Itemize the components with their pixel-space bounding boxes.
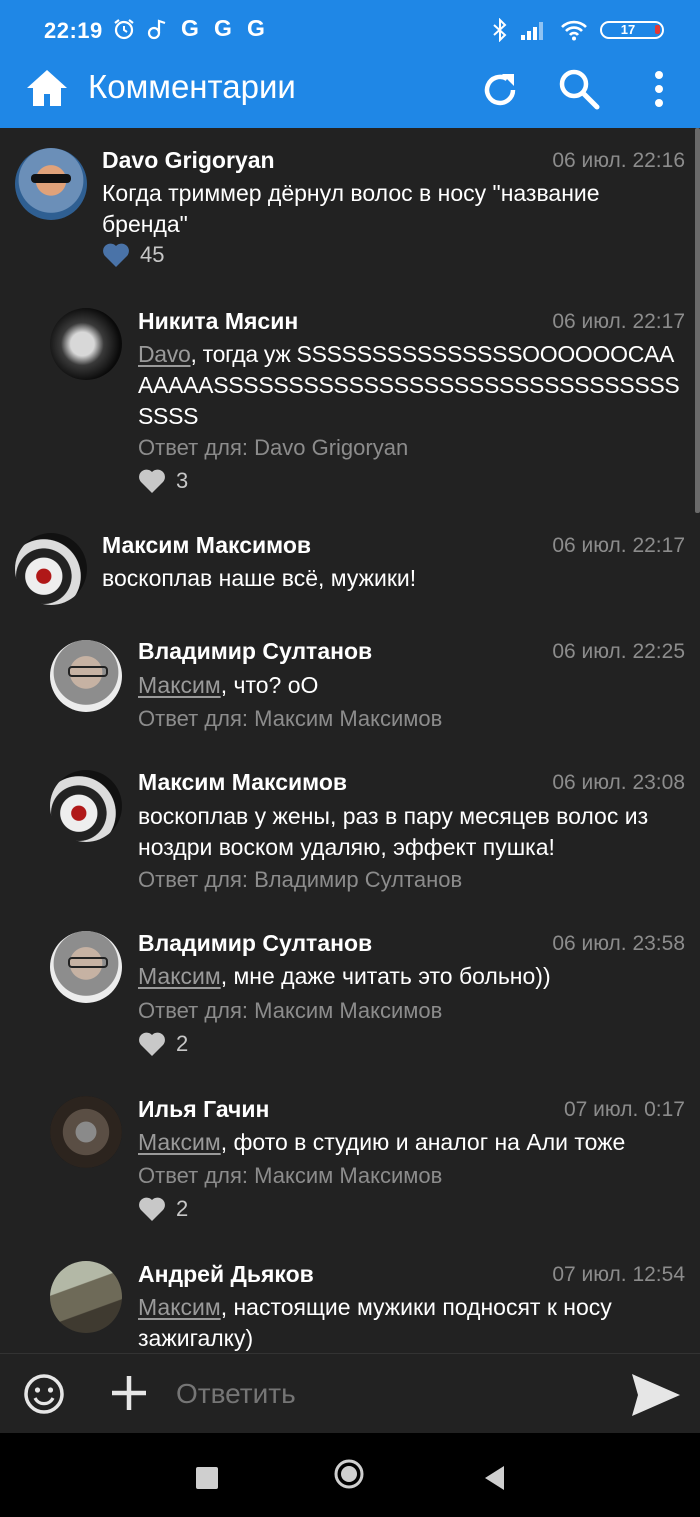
reply-input[interactable] <box>176 1376 596 1412</box>
comment-date: 06 июл. 22:25 <box>552 640 685 663</box>
comment-text: Когда триммер дёрнул волос в носу "назва… <box>102 178 688 240</box>
recent-apps-icon[interactable] <box>196 1467 218 1489</box>
reply-to-label[interactable]: Ответ для: Davo Grigoryan <box>138 435 408 461</box>
back-icon[interactable] <box>484 1465 506 1491</box>
comment-text: Максим, мне даже читать это больно)) <box>138 961 688 992</box>
comment-author[interactable]: Владимир Султанов <box>138 638 372 665</box>
comment-body: , тогда уж SSSSSSSSSSSSSSSOOOOOOCAAAAAAA… <box>138 341 680 429</box>
reply-to-label[interactable]: Ответ для: Максим Максимов <box>138 706 442 732</box>
like-button[interactable]: 45 <box>102 242 164 268</box>
like-count: 2 <box>176 1196 189 1221</box>
avatar[interactable] <box>50 1261 122 1333</box>
comment-text: Davo, тогда уж SSSSSSSSSSSSSSSOOOOOOCAAA… <box>138 339 688 432</box>
alarm-icon <box>114 18 134 39</box>
reply-to-label[interactable]: Ответ для: Владимир Султанов <box>138 867 462 893</box>
system-navigation-bar <box>0 1433 700 1517</box>
status-notification-icons: G G G <box>112 15 268 42</box>
comment-author[interactable]: Илья Гачин <box>138 1096 269 1123</box>
comments-list[interactable]: Davo Grigoryan 06 июл. 22:16 Когда тримм… <box>0 128 700 1353</box>
heart-icon <box>139 1197 165 1221</box>
comment-body: воскоплав у жены, раз в пару месяцев вол… <box>138 803 649 860</box>
comment-text: Максим, что? оО <box>138 670 688 701</box>
comment-date: 07 июл. 12:54 <box>552 1263 685 1286</box>
avatar[interactable] <box>15 148 87 220</box>
comment-body: , фото в студию и аналог на Али тоже <box>220 1129 626 1155</box>
avatar[interactable] <box>50 640 122 712</box>
like-button[interactable]: 2 <box>138 1196 188 1222</box>
status-bar: 22:19 G G G 17 <box>0 0 700 50</box>
comment-author[interactable]: Davo Grigoryan <box>102 147 275 174</box>
music-icon <box>147 18 166 39</box>
comment-text: воскоплав наше всё, мужики! <box>102 563 688 594</box>
heart-icon <box>139 1032 165 1056</box>
comment-date: 07 июл. 0:17 <box>563 1098 685 1121</box>
comment-body: Когда триммер дёрнул волос в носу "назва… <box>102 180 600 237</box>
signal-icon <box>521 22 543 40</box>
comment-body: воскоплав наше всё, мужики! <box>102 565 417 591</box>
comment-date: 06 июл. 23:08 <box>552 771 685 794</box>
reply-input-bar <box>0 1353 700 1434</box>
comment-author[interactable]: Максим Максимов <box>138 769 347 796</box>
status-time: 22:19 <box>44 18 103 43</box>
home-nav-icon[interactable] <box>333 1458 365 1490</box>
heart-icon <box>139 469 165 493</box>
attach-plus-icon[interactable] <box>109 1373 149 1413</box>
comment-author[interactable]: Никита Мясин <box>138 308 298 335</box>
reply-to-label[interactable]: Ответ для: Максим Максимов <box>138 1163 442 1189</box>
mention-link[interactable]: Davo <box>138 341 191 367</box>
like-count: 45 <box>140 242 165 267</box>
app-bar: Комментарии <box>0 50 700 128</box>
avatar[interactable] <box>50 931 122 1003</box>
home-icon[interactable] <box>26 68 68 108</box>
refresh-icon[interactable] <box>480 70 520 110</box>
mention-link[interactable]: Максим <box>138 963 221 989</box>
comment-date: 06 июл. 22:17 <box>552 310 685 333</box>
send-icon[interactable] <box>630 1372 682 1418</box>
like-count: 2 <box>176 1031 189 1056</box>
g-icon: G <box>247 15 265 41</box>
avatar[interactable] <box>50 770 122 842</box>
battery-icon: 17 <box>600 21 664 39</box>
comment-body: , мне даже читать это больно)) <box>220 963 551 989</box>
comment-text: Максим, настоящие мужики подносят к носу… <box>138 1292 688 1353</box>
comment-author[interactable]: Максим Максимов <box>102 532 311 559</box>
emoji-icon[interactable] <box>22 1372 66 1416</box>
comment-text: воскоплав у жены, раз в пару месяцев вол… <box>138 801 688 863</box>
comment-date: 06 июл. 23:58 <box>552 932 685 955</box>
avatar[interactable] <box>50 308 122 380</box>
g-icon: G <box>214 15 232 41</box>
comment-date: 06 июл. 22:17 <box>552 534 685 557</box>
mention-link[interactable]: Максим <box>138 1129 221 1155</box>
more-options-icon[interactable] <box>644 68 674 110</box>
scrollbar[interactable] <box>695 128 700 513</box>
status-system-icons: 17 <box>492 18 664 42</box>
page-title: Комментарии <box>88 68 296 105</box>
comment-text: Максим, фото в студию и аналог на Али то… <box>138 1127 688 1158</box>
search-icon[interactable] <box>558 68 600 110</box>
heart-icon <box>103 243 129 267</box>
comment-author[interactable]: Андрей Дьяков <box>138 1261 314 1288</box>
reply-to-label[interactable]: Ответ для: Максим Максимов <box>138 998 442 1024</box>
like-count: 3 <box>176 468 189 493</box>
wifi-icon <box>561 20 587 41</box>
mention-link[interactable]: Максим <box>138 1294 221 1320</box>
like-button[interactable]: 3 <box>138 468 188 494</box>
g-icon: G <box>181 15 199 41</box>
bluetooth-icon <box>493 18 507 42</box>
avatar[interactable] <box>15 533 87 605</box>
like-button[interactable]: 2 <box>138 1031 188 1057</box>
comment-body: , что? оО <box>220 672 319 698</box>
comment-author[interactable]: Владимир Султанов <box>138 930 372 957</box>
avatar[interactable] <box>50 1096 122 1168</box>
comment-date: 06 июл. 22:16 <box>552 149 685 172</box>
battery-level: 17 <box>620 22 636 37</box>
mention-link[interactable]: Максим <box>138 672 221 698</box>
